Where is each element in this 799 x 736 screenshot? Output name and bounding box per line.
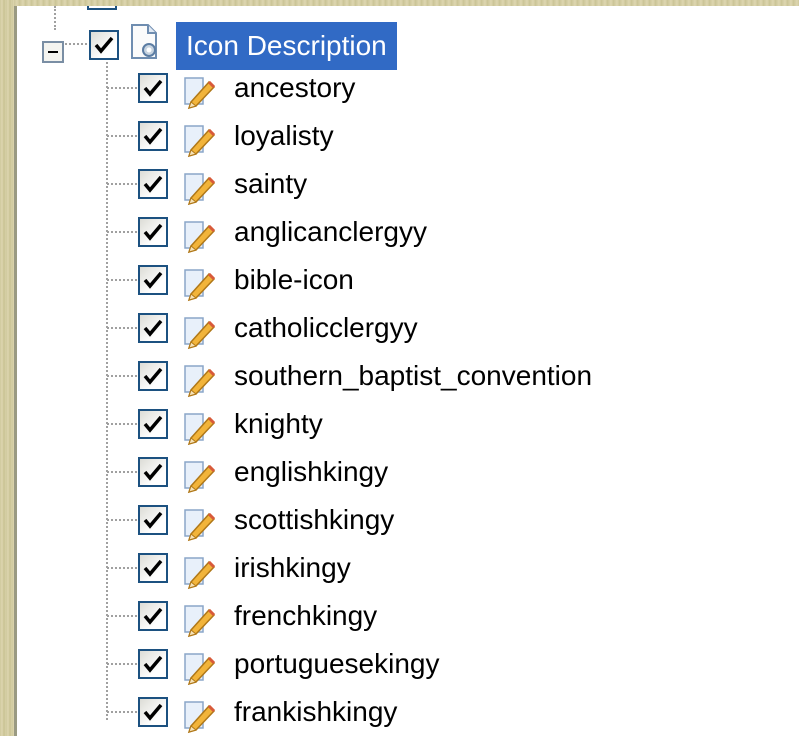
- tree-node-label[interactable]: bible-icon: [234, 256, 354, 304]
- tree-node[interactable]: irishkingy: [17, 544, 799, 592]
- tree-node-label[interactable]: frenchkingy: [234, 592, 377, 640]
- root-checkbox[interactable]: [89, 30, 119, 60]
- collapse-icon[interactable]: [42, 41, 64, 63]
- tree-node-label[interactable]: englishkingy: [234, 448, 388, 496]
- pencil-edit-icon: [184, 461, 216, 494]
- tree-node[interactable]: southern_baptist_convention: [17, 352, 799, 400]
- tree-node-label[interactable]: loyalisty: [234, 112, 334, 160]
- tree-connector: [107, 135, 137, 137]
- tree-connector: [107, 519, 137, 521]
- node-checkbox[interactable]: [138, 361, 168, 391]
- node-checkbox[interactable]: [138, 121, 168, 151]
- checkmark-icon: [143, 463, 163, 481]
- tree-connector: [107, 327, 137, 329]
- node-checkbox[interactable]: [138, 169, 168, 199]
- tree-node[interactable]: englishkingy: [17, 448, 799, 496]
- pencil-edit-icon: [184, 365, 216, 398]
- tree-node[interactable]: anglicanclergyy: [17, 208, 799, 256]
- tree-node[interactable]: sainty: [17, 160, 799, 208]
- pencil-edit-icon: [184, 317, 216, 350]
- tree-node[interactable]: catholicclergyy: [17, 304, 799, 352]
- node-checkbox[interactable]: [138, 73, 168, 103]
- tree-connector: [107, 375, 137, 377]
- checkmark-icon: [143, 415, 163, 433]
- checkmark-icon: [143, 223, 163, 241]
- tree-node-label[interactable]: portuguesekingy: [234, 640, 439, 688]
- node-checkbox[interactable]: [138, 649, 168, 679]
- pencil-edit-icon: [184, 221, 216, 254]
- checkmark-icon: [143, 271, 163, 289]
- node-checkbox[interactable]: [138, 601, 168, 631]
- tree-node[interactable]: scottishkingy: [17, 496, 799, 544]
- tree-connector: [107, 183, 137, 185]
- tree-node[interactable]: bible-icon: [17, 256, 799, 304]
- pencil-edit-icon: [184, 269, 216, 302]
- checkmark-icon: [143, 367, 163, 385]
- tree-view[interactable]: Icon Description ancestory loyalisty saint…: [14, 6, 799, 736]
- pencil-edit-icon: [184, 77, 216, 110]
- checkmark-icon: [143, 607, 163, 625]
- window-frame-left: [0, 0, 14, 736]
- pencil-edit-icon: [184, 701, 216, 734]
- tree-connector: [107, 567, 137, 569]
- document-gear-icon: [131, 24, 157, 59]
- checkmark-icon: [143, 703, 163, 721]
- checkmark-icon: [143, 175, 163, 193]
- pencil-edit-icon: [184, 653, 216, 686]
- tree-node[interactable]: frankishkingy: [17, 688, 799, 736]
- tree-node-label[interactable]: anglicanclergyy: [234, 208, 427, 256]
- checkbox[interactable]: [87, 6, 117, 10]
- node-checkbox[interactable]: [138, 217, 168, 247]
- tree-node-label[interactable]: knighty: [234, 400, 323, 448]
- pencil-edit-icon: [184, 605, 216, 638]
- tree-node-label[interactable]: catholicclergyy: [234, 304, 418, 352]
- tree-connector: [107, 279, 137, 281]
- node-checkbox[interactable]: [138, 505, 168, 535]
- node-checkbox[interactable]: [138, 697, 168, 727]
- tree-node-label[interactable]: frankishkingy: [234, 688, 397, 736]
- tree-node[interactable]: ancestory: [17, 64, 799, 112]
- checkmark-icon: [143, 511, 163, 529]
- tree-node-partial[interactable]: [87, 6, 147, 12]
- pencil-edit-icon: [184, 413, 216, 446]
- tree-connector: [107, 615, 137, 617]
- checkmark-icon: [143, 559, 163, 577]
- pencil-edit-icon: [184, 557, 216, 590]
- tree-node-label[interactable]: southern_baptist_convention: [234, 352, 592, 400]
- tree-node-label[interactable]: ancestory: [234, 64, 355, 112]
- tree-node[interactable]: frenchkingy: [17, 592, 799, 640]
- checkmark-icon: [143, 79, 163, 97]
- checkmark-icon: [143, 655, 163, 673]
- checkmark-icon: [143, 319, 163, 337]
- tree-node-label-root[interactable]: Icon Description: [176, 22, 397, 70]
- pencil-edit-icon: [184, 173, 216, 206]
- tree-connector: [107, 87, 137, 89]
- tree-node[interactable]: knighty: [17, 400, 799, 448]
- tree-connector: [107, 423, 137, 425]
- node-checkbox[interactable]: [138, 313, 168, 343]
- tree-node[interactable]: loyalisty: [17, 112, 799, 160]
- node-checkbox[interactable]: [138, 265, 168, 295]
- tree-connector: [65, 43, 87, 45]
- node-checkbox[interactable]: [138, 457, 168, 487]
- pencil-edit-icon: [184, 125, 216, 158]
- tree-connector: [107, 471, 137, 473]
- tree-connector: [107, 663, 137, 665]
- tree-connector: [107, 231, 137, 233]
- tree-connector: [107, 711, 137, 713]
- tree-node-label[interactable]: sainty: [234, 160, 307, 208]
- tree-node-label[interactable]: irishkingy: [234, 544, 351, 592]
- checkmark-icon: [143, 127, 163, 145]
- node-checkbox[interactable]: [138, 409, 168, 439]
- node-checkbox[interactable]: [138, 553, 168, 583]
- tree-node-root[interactable]: Icon Description: [17, 18, 799, 70]
- tree-node[interactable]: portuguesekingy: [17, 640, 799, 688]
- checkmark-icon: [94, 36, 114, 54]
- tree-node-label[interactable]: scottishkingy: [234, 496, 394, 544]
- pencil-edit-icon: [184, 509, 216, 542]
